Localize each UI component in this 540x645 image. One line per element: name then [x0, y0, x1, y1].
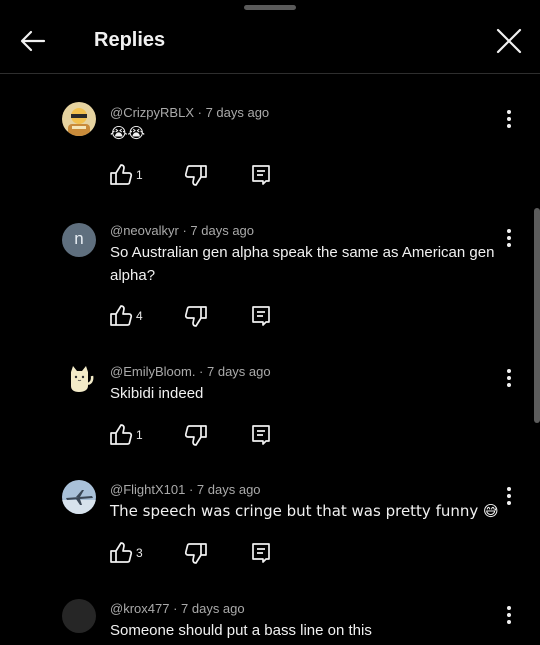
- more-options-button[interactable]: [500, 108, 518, 130]
- timestamp: 7 days ago: [207, 364, 271, 379]
- more-vert-icon: [507, 229, 511, 247]
- scrollbar[interactable]: [534, 208, 540, 423]
- timestamp: 7 days ago: [196, 482, 261, 497]
- like-count: 3: [136, 546, 143, 560]
- cat-avatar-image: [62, 362, 96, 396]
- more-options-button[interactable]: [500, 227, 518, 249]
- reply-text: So Australian gen alpha speak the same a…: [110, 244, 495, 284]
- avatar[interactable]: [62, 102, 96, 136]
- like-button[interactable]: [108, 304, 134, 328]
- reply-meta: @krox477 · 7 days ago: [110, 601, 245, 616]
- author-name[interactable]: @FlightX101: [110, 482, 185, 497]
- dislike-button[interactable]: [183, 423, 209, 447]
- author-name[interactable]: @krox477: [110, 601, 169, 616]
- timestamp: 7 days ago: [190, 223, 255, 238]
- dislike-button[interactable]: [183, 541, 209, 565]
- like-button[interactable]: [108, 541, 134, 565]
- page-title: Replies: [94, 29, 166, 51]
- like-count: 1: [136, 428, 143, 442]
- author-name[interactable]: @EmilyBloom.: [110, 364, 195, 379]
- arrow-left-icon: [20, 30, 46, 52]
- avatar[interactable]: [62, 480, 96, 514]
- avatar[interactable]: n: [62, 223, 96, 257]
- timestamp: 7 days ago: [181, 601, 245, 616]
- dislike-button[interactable]: [183, 163, 209, 187]
- reply-meta: @CrizpyRBLX · 7 days ago: [110, 105, 270, 120]
- comment-reply-icon: [252, 306, 270, 326]
- thumb-down-icon: [184, 543, 207, 564]
- reply-actions: 1: [108, 423, 288, 447]
- more-vert-icon: [507, 110, 511, 128]
- thumb-up-icon: [110, 305, 133, 326]
- reply-meta: @neovalkyr · 7 days ago: [110, 223, 255, 238]
- plane-avatar-image: [62, 480, 96, 514]
- like-button[interactable]: [108, 163, 134, 187]
- thumb-down-icon: [184, 306, 207, 327]
- dislike-button[interactable]: [183, 304, 209, 328]
- comment-reply-icon: [252, 543, 270, 563]
- more-options-button[interactable]: [500, 367, 518, 389]
- thumb-up-icon: [110, 164, 133, 185]
- more-vert-icon: [507, 606, 511, 624]
- reply-button[interactable]: [248, 163, 274, 187]
- more-vert-icon: [507, 369, 511, 387]
- reply-button[interactable]: [248, 541, 274, 565]
- thumb-down-icon: [184, 425, 207, 446]
- thumb-up-icon: [110, 424, 133, 445]
- reply-text: 😭😭: [110, 124, 146, 142]
- more-options-button[interactable]: [500, 604, 518, 626]
- avatar[interactable]: [62, 362, 96, 396]
- timestamp: 7 days ago: [205, 105, 270, 120]
- comment-reply-icon: [252, 165, 270, 185]
- back-button[interactable]: [16, 24, 50, 58]
- avatar[interactable]: [62, 599, 96, 633]
- author-name[interactable]: @neovalkyr: [110, 223, 179, 238]
- reply-meta: @EmilyBloom. · 7 days ago: [110, 364, 271, 379]
- reply-button[interactable]: [248, 423, 274, 447]
- reply-actions: 1: [108, 163, 288, 187]
- reply-meta: @FlightX101 · 7 days ago: [110, 482, 261, 497]
- thumb-down-icon: [184, 165, 207, 186]
- more-options-button[interactable]: [500, 485, 518, 507]
- close-icon: [496, 28, 522, 54]
- replies-header: Replies: [0, 0, 540, 74]
- reply-button[interactable]: [248, 304, 274, 328]
- reply-text: The speech was cringe but that was prett…: [110, 502, 499, 520]
- reply-text: Someone should put a bass line on this: [110, 622, 372, 639]
- avatar-image: [62, 102, 96, 136]
- like-count: 1: [136, 168, 143, 182]
- reply-actions: 3: [108, 541, 288, 565]
- like-button[interactable]: [108, 423, 134, 447]
- more-vert-icon: [507, 487, 511, 505]
- like-count: 4: [136, 309, 143, 323]
- author-name[interactable]: @CrizpyRBLX: [110, 105, 194, 120]
- reply-actions: 4: [108, 304, 288, 328]
- comment-reply-icon: [252, 425, 270, 445]
- thumb-up-icon: [110, 542, 133, 563]
- reply-text: Skibidi indeed: [110, 385, 204, 402]
- close-button[interactable]: [492, 24, 526, 58]
